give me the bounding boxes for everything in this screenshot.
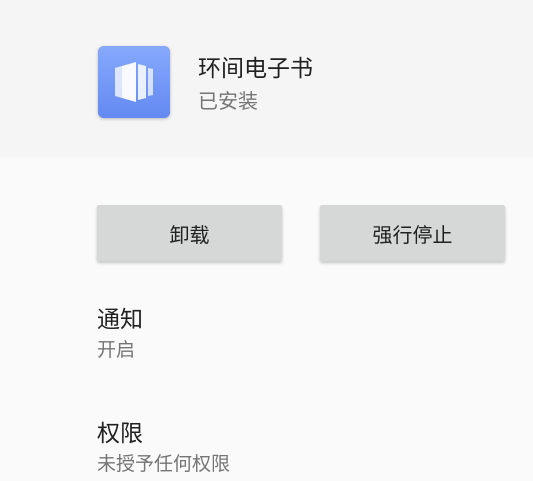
notifications-status: 开启: [97, 339, 136, 361]
notifications-setting[interactable]: 通知 开启: [97, 305, 517, 363]
permissions-title: 权限: [97, 421, 143, 447]
app-install-status: 已安装: [198, 89, 258, 113]
uninstall-button[interactable]: 卸载: [97, 205, 282, 261]
force-stop-button[interactable]: 强行停止: [320, 205, 505, 261]
permissions-setting[interactable]: 权限 未授予任何权限: [97, 419, 517, 477]
book-pages-icon: [98, 46, 170, 118]
app-icon: [98, 46, 170, 118]
app-header: 环间电子书 已安装: [0, 0, 533, 158]
permissions-status: 未授予任何权限: [97, 453, 231, 475]
app-name: 环间电子书: [198, 56, 313, 82]
notifications-title: 通知: [97, 307, 143, 333]
